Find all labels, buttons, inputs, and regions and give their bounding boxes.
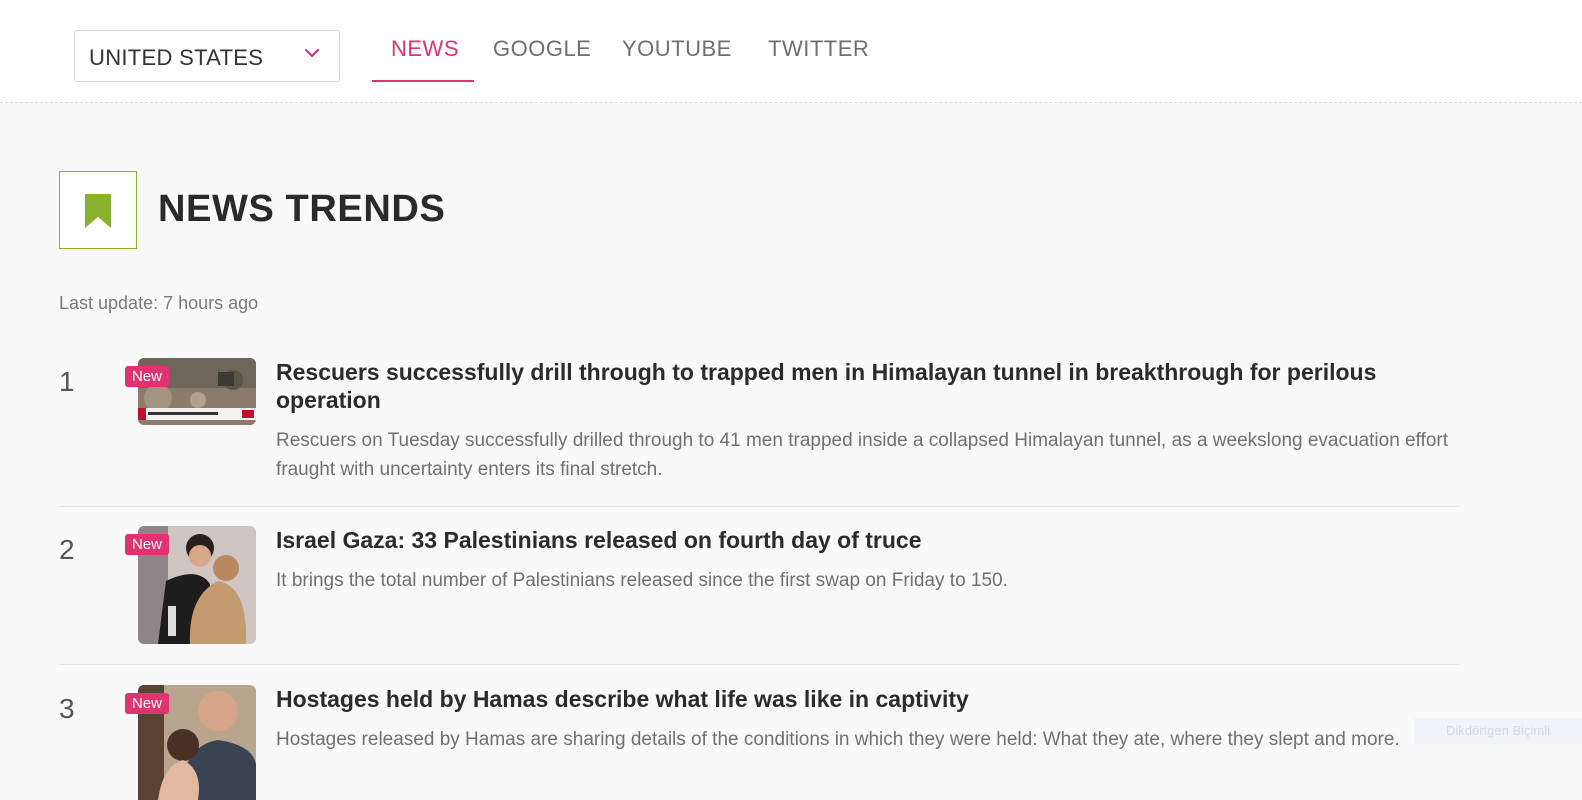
new-badge: New [125, 534, 170, 555]
new-badge: New [125, 366, 170, 387]
news-rank: 2 [59, 534, 75, 565]
tab-news[interactable]: NEWS [391, 36, 459, 62]
country-select[interactable]: UNITED STATES [74, 30, 340, 82]
bookmark-icon [85, 194, 111, 228]
last-update-text: Last update: 7 hours ago [59, 293, 259, 313]
news-headline[interactable]: Hostages held by Hamas describe what lif… [276, 685, 1466, 713]
news-summary: Rescuers on Tuesday successfully drilled… [276, 430, 1448, 480]
news-rank: 1 [59, 366, 75, 397]
tab-twitter[interactable]: TWITTER [768, 36, 869, 62]
news-rank: 3 [59, 693, 75, 724]
overlay-watermark: Dikdörtgen Biçimli [1414, 718, 1582, 744]
country-select-value: UNITED STATES [89, 45, 264, 70]
item-divider [59, 664, 1459, 665]
tab-google[interactable]: GOOGLE [493, 36, 591, 62]
active-tab-indicator [372, 80, 474, 82]
new-badge: New [125, 693, 170, 714]
chevron-down-icon [304, 48, 320, 58]
top-navigation-bar: UNITED STATES NEWS GOOGLE YOUTUBE TWITTE… [0, 0, 1582, 103]
tab-youtube[interactable]: YOUTUBE [622, 36, 732, 62]
section-icon-box [59, 171, 137, 249]
page-title: NEWS TRENDS [158, 188, 446, 230]
news-item: 2 New Israel Gaza: 33 Palestinians relea… [59, 526, 1459, 646]
item-divider [59, 506, 1459, 507]
news-summary: Hostages released by Hamas are sharing d… [276, 729, 1400, 750]
news-headline[interactable]: Rescuers successfully drill through to t… [276, 358, 1466, 414]
news-item: 1 New Rescuers successfully drill throug… [59, 358, 1459, 488]
news-item: 3 New Hostages held by Hamas describe wh… [59, 685, 1459, 800]
news-headline[interactable]: Israel Gaza: 33 Palestinians released on… [276, 526, 1466, 554]
news-summary: It brings the total number of Palestinia… [276, 570, 1008, 591]
